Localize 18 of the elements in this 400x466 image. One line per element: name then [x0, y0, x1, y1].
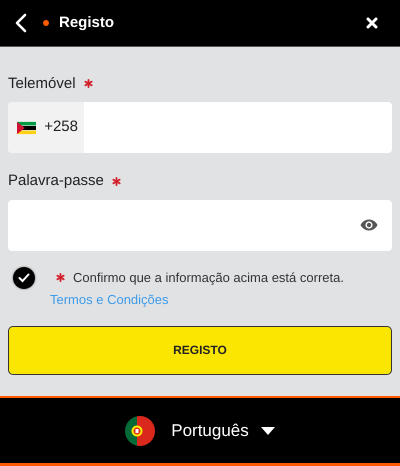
field-label: Telemóvel [8, 74, 76, 94]
caret-icon [260, 426, 275, 435]
flag-icon [125, 416, 156, 446]
register-button[interactable]: REGISTO [8, 326, 392, 376]
dot-icon [43, 20, 49, 26]
checkbox[interactable] [13, 266, 35, 289]
phone-field[interactable]: +258 [8, 102, 392, 154]
check-icon [18, 272, 30, 283]
password-field[interactable] [8, 200, 392, 251]
language-selector[interactable]: Português [125, 416, 275, 446]
back-icon[interactable] [14, 12, 28, 33]
country-code-selector[interactable]: +258 [8, 102, 84, 154]
field-label: Palavra-passe [8, 171, 104, 192]
consent-text: Confirmo que a informação acima está correta. [73, 268, 344, 287]
window-title: Registo [59, 12, 114, 33]
eye-icon[interactable] [360, 219, 378, 232]
flag-icon [17, 120, 36, 135]
close-icon[interactable] [366, 16, 378, 29]
